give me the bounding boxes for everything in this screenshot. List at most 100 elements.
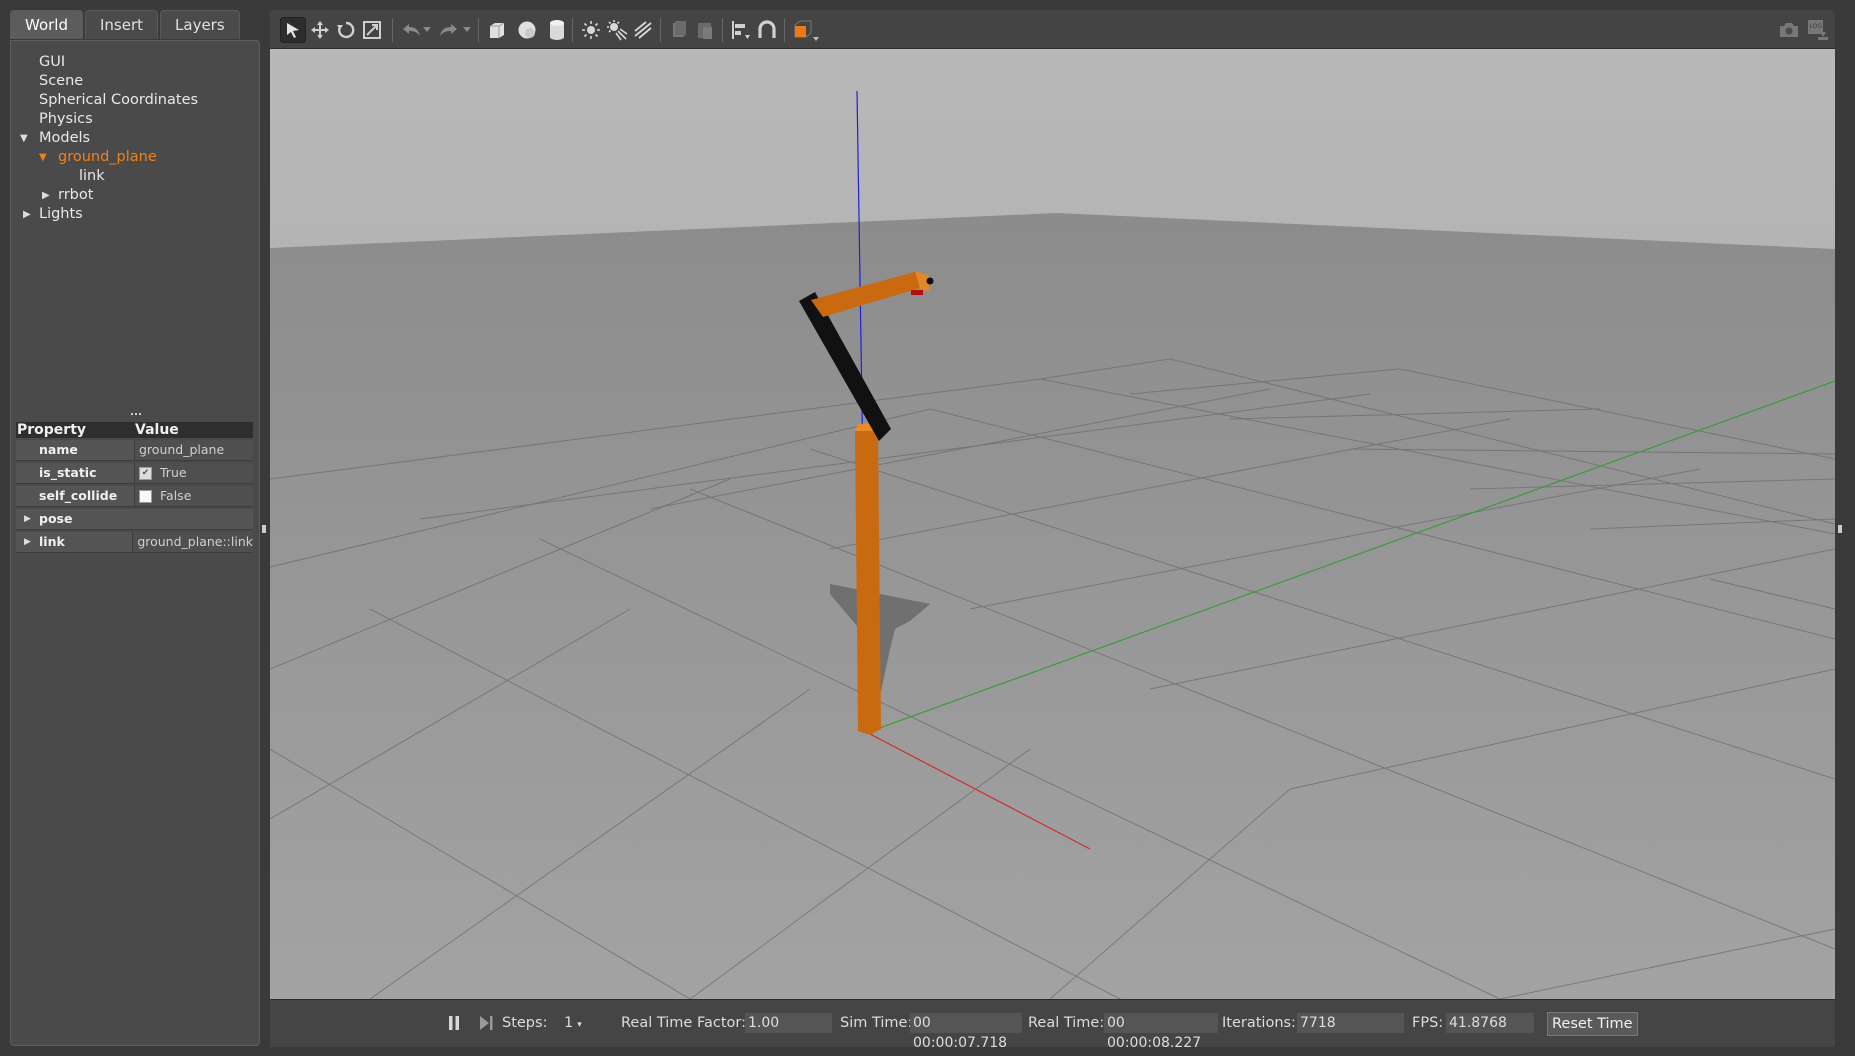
property-value: ground_plane [139, 442, 225, 457]
tree-label: Spherical Coordinates [39, 92, 199, 108]
world-panel: GUI Scene Spherical Coordinates Physics … [10, 40, 260, 1046]
rotate-mode-icon[interactable] [333, 17, 359, 43]
tab-insert[interactable]: Insert [85, 10, 159, 39]
sphere-icon[interactable] [514, 17, 540, 43]
point-light-icon[interactable] [578, 17, 604, 43]
sim-time-value: 00 00:00:07.718 [910, 1013, 1022, 1051]
tree-item-scene[interactable]: Scene [11, 72, 259, 91]
property-value: False [160, 488, 192, 503]
step-button[interactable] [478, 1015, 494, 1031]
steps-label: Steps: [502, 1015, 548, 1031]
tree-label: Lights [39, 206, 83, 222]
property-row-name: name ground_plane [16, 440, 253, 461]
property-value: True [160, 465, 187, 480]
reset-time-button[interactable]: Reset Time [1547, 1012, 1638, 1036]
property-row-self-collide: self_collide False [16, 486, 253, 507]
tree-label: ground_plane [58, 149, 157, 165]
align-icon[interactable] [728, 17, 754, 43]
property-name: ▶ pose [16, 509, 134, 529]
log-icon[interactable]: LOG [1804, 17, 1830, 43]
tree-item-spherical-coordinates[interactable]: Spherical Coordinates [11, 91, 259, 110]
cylinder-icon[interactable] [544, 17, 570, 43]
redo-icon[interactable] [436, 17, 462, 43]
iterations-label: Iterations: [1222, 1015, 1296, 1031]
tree-item-models[interactable]: ▼ Models [11, 129, 259, 148]
expanded-arrow-icon[interactable]: ▼ [39, 148, 51, 167]
checkbox-checked-icon[interactable]: ✔ [139, 466, 152, 480]
left-panel-collapse-handle[interactable] [262, 525, 266, 533]
redo-dropdown-icon[interactable] [460, 17, 474, 43]
checkbox-unchecked-icon[interactable] [139, 489, 152, 503]
tree-label: Models [39, 130, 91, 146]
value-column-header: Value [135, 422, 179, 438]
property-table: Property Value name ground_plane is_stat… [16, 422, 253, 553]
collapsed-arrow-icon[interactable]: ▶ [23, 205, 35, 224]
property-column-header: Property [17, 422, 87, 438]
real-time-value: 00 00:00:08.227 [1104, 1013, 1218, 1051]
collapsed-arrow-icon[interactable]: ▶ [42, 186, 54, 205]
tree-label: GUI [39, 54, 66, 70]
svg-text:LOG: LOG [1810, 23, 1823, 30]
property-row-is-static: is_static ✔ True [16, 463, 253, 484]
tree-label: Scene [39, 73, 84, 89]
property-value: ground_plane::link [137, 534, 253, 549]
spin-down-icon[interactable]: ▾ [577, 1020, 582, 1030]
expanded-arrow-icon[interactable]: ▼ [20, 129, 32, 148]
sim-time-label: Sim Time: [840, 1015, 913, 1031]
tree-label: Physics [39, 111, 93, 127]
snap-icon[interactable] [754, 17, 780, 43]
tab-layers[interactable]: Layers [160, 10, 240, 39]
render-window: LOG Steps: 1 ▾ Real Time Factor: 1.00 Si… [270, 10, 1835, 1051]
paste-icon[interactable] [692, 17, 718, 43]
undo-dropdown-icon[interactable] [420, 17, 434, 43]
tree-label: rrbot [58, 187, 94, 203]
property-value [134, 509, 253, 529]
property-table-header: Property Value [16, 422, 253, 438]
collapsed-arrow-icon[interactable]: ▶ [24, 532, 31, 552]
right-panel-collapse-handle[interactable] [1838, 525, 1842, 533]
tree-item-ground-plane[interactable]: ▼ ground_plane [11, 148, 259, 167]
box-icon[interactable] [484, 17, 510, 43]
property-row-pose[interactable]: ▶ pose [16, 509, 253, 530]
splitter-handle[interactable] [131, 413, 141, 419]
panel-tabs: World Insert Layers [10, 10, 242, 40]
directional-light-icon[interactable] [630, 17, 656, 43]
property-name: ▶ link [16, 532, 132, 552]
property-value-field: False [134, 486, 253, 506]
spot-light-icon[interactable] [604, 17, 630, 43]
property-name: is_static [39, 465, 97, 480]
real-time-factor-value: 1.00 [745, 1013, 832, 1033]
collapsed-arrow-icon[interactable]: ▶ [24, 509, 31, 529]
tree-item-link[interactable]: link [11, 167, 259, 186]
screenshot-icon[interactable] [1776, 17, 1802, 43]
translate-mode-icon[interactable] [307, 17, 333, 43]
world-tree: GUI Scene Spherical Coordinates Physics … [11, 53, 259, 224]
fps-label: FPS: [1412, 1015, 1444, 1031]
tab-world[interactable]: World [10, 10, 83, 39]
tree-item-lights[interactable]: ▶ Lights [11, 205, 259, 224]
status-bar: Steps: 1 ▾ Real Time Factor: 1.00 Sim Tim… [270, 999, 1835, 1051]
property-name: self_collide [39, 488, 118, 503]
view-angle-icon[interactable] [790, 17, 824, 43]
property-value-field[interactable]: ground_plane [134, 440, 253, 460]
3d-viewport[interactable] [270, 49, 1835, 999]
tree-label: link [79, 168, 105, 184]
pause-button[interactable] [447, 1015, 461, 1031]
copy-icon[interactable] [666, 17, 692, 43]
property-value-field: ground_plane::link [132, 532, 253, 552]
toolbar: LOG [270, 10, 1835, 49]
left-panel: World Insert Layers GUI Scene Spherical … [10, 10, 260, 1046]
real-time-factor-label: Real Time Factor: [621, 1015, 746, 1031]
select-mode-icon[interactable] [280, 17, 306, 43]
iterations-value: 7718 [1297, 1013, 1404, 1033]
scale-mode-icon[interactable] [359, 17, 385, 43]
fps-value: 41.8768 [1446, 1013, 1534, 1033]
tree-item-gui[interactable]: GUI [11, 53, 259, 72]
tree-item-rrbot[interactable]: ▶ rrbot [11, 186, 259, 205]
property-name: name [39, 442, 78, 457]
property-value-field: ✔ True [134, 463, 253, 483]
real-time-label: Real Time: [1028, 1015, 1105, 1031]
steps-spinbox[interactable]: 1 ▾ [564, 1014, 582, 1034]
property-row-link[interactable]: ▶ link ground_plane::link [16, 532, 253, 553]
tree-item-physics[interactable]: Physics [11, 110, 259, 129]
